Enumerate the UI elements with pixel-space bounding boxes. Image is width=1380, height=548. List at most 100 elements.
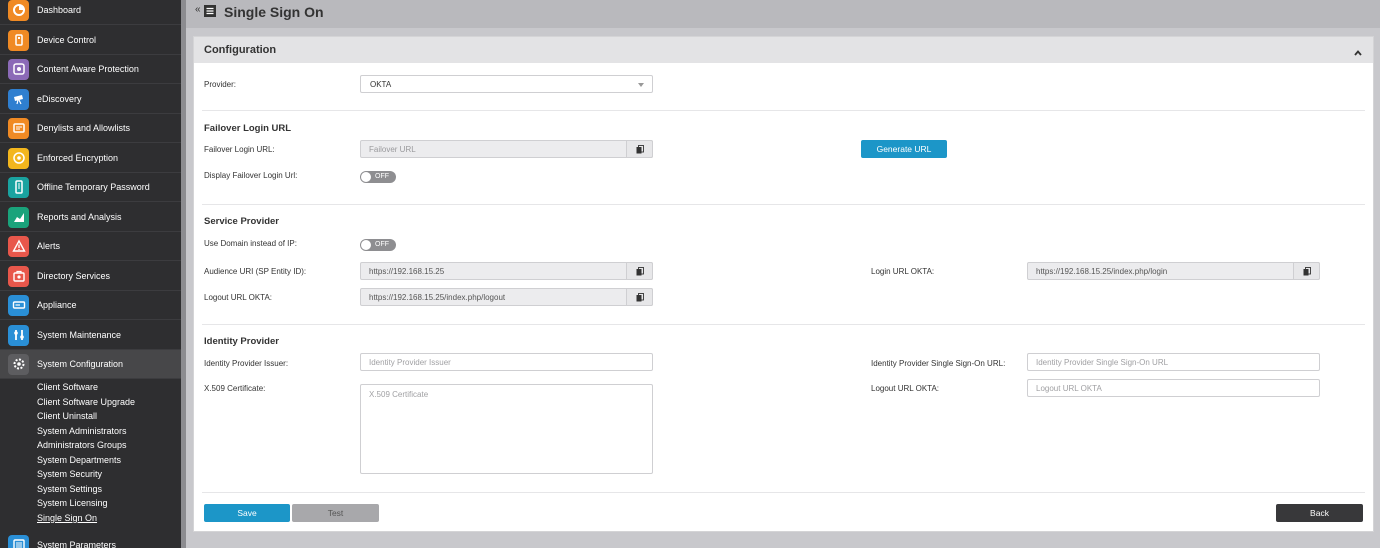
provider-select[interactable]: OKTA (360, 75, 653, 93)
sidebar-item-appliance[interactable]: Appliance (0, 291, 181, 320)
copy-icon[interactable] (626, 288, 653, 306)
use-domain-toggle[interactable]: OFF (360, 239, 396, 251)
provider-select-value: OKTA (370, 80, 392, 89)
save-button[interactable]: Save (204, 504, 290, 522)
toggle-knob (361, 240, 371, 250)
subnav-system-departments[interactable]: System Departments (37, 453, 121, 467)
display-failover-label: Display Failover Login Url: (204, 171, 298, 180)
sidebar: Dashboard Device Control Content Aware P… (0, 0, 181, 548)
sidebar-item-label: Appliance (37, 300, 77, 310)
idp-logout-url-label: Logout URL OKTA: (871, 384, 940, 393)
back-button[interactable]: Back (1276, 504, 1363, 522)
dashboard-icon (8, 0, 29, 21)
sidebar-item-label: Dashboard (37, 5, 82, 15)
divider (202, 324, 1365, 325)
audience-uri-field[interactable]: https://192.168.15.25 (360, 262, 653, 280)
logout-url-field[interactable]: https://192.168.15.25/index.php/logout (360, 288, 653, 306)
login-url-field[interactable]: https://192.168.15.25/index.php/login (1027, 262, 1320, 280)
sidebar-scroll-edge (181, 0, 186, 548)
panel-header: Configuration (194, 37, 1373, 63)
menu-icon[interactable] (203, 4, 217, 18)
subnav-client-software-upgrade[interactable]: Client Software Upgrade (37, 395, 135, 409)
sidebar-item-dashboard[interactable]: Dashboard (0, 0, 181, 25)
service-provider-section-title: Service Provider (204, 216, 279, 227)
sidebar-item-label: Enforced Encryption (37, 153, 119, 163)
subnav-client-software[interactable]: Client Software (37, 380, 98, 394)
sidebar-item-label: eDiscovery (37, 94, 82, 104)
certificate-label: X.509 Certificate: (204, 384, 266, 393)
failover-url-field[interactable]: Failover URL (360, 140, 653, 158)
toggle-state: OFF (375, 241, 389, 248)
alerts-icon (8, 235, 29, 257)
sidebar-item-label: Content Aware Protection (37, 64, 139, 74)
copy-icon[interactable] (626, 140, 653, 158)
copy-icon[interactable] (1293, 262, 1320, 280)
top-bar (186, 0, 1380, 28)
sidebar-item-system-parameters[interactable]: System Parameters (0, 531, 181, 548)
sidebar-item-directory-services[interactable]: Directory Services (0, 262, 181, 291)
audience-uri-label: Audience URI (SP Entity ID): (204, 267, 307, 276)
subnav-system-settings[interactable]: System Settings (37, 482, 102, 496)
sidebar-item-content-aware-protection[interactable]: Content Aware Protection (0, 55, 181, 84)
copy-icon[interactable] (626, 262, 653, 280)
subnav-system-licensing[interactable]: System Licensing (37, 496, 108, 510)
sidebar-item-offline-temporary-password[interactable]: Offline Temporary Password (0, 173, 181, 202)
display-failover-toggle[interactable]: OFF (360, 171, 396, 183)
parameters-icon (8, 534, 29, 548)
failover-section-title: Failover Login URL (204, 123, 292, 134)
chevron-up-icon[interactable] (1353, 45, 1363, 56)
provider-label: Provider: (204, 80, 237, 89)
sidebar-item-label: Offline Temporary Password (37, 182, 150, 192)
failover-url-placeholder: Failover URL (369, 145, 416, 154)
content-aware-icon (8, 58, 29, 80)
sso-url-input[interactable] (1027, 353, 1320, 371)
divider (202, 110, 1365, 111)
reports-icon (8, 206, 29, 228)
subnav-system-security[interactable]: System Security (37, 467, 102, 481)
configuration-panel: Configuration Provider: OKTA Failover Lo… (193, 36, 1374, 532)
identity-provider-section-title: Identity Provider (204, 336, 279, 347)
idp-logout-url-input[interactable] (1027, 379, 1320, 397)
sidebar-item-label: Reports and Analysis (37, 212, 122, 222)
sidebar-item-label: Device Control (37, 35, 97, 45)
panel-title: Configuration (204, 44, 277, 56)
divider (202, 204, 1365, 205)
use-domain-label: Use Domain instead of IP: (204, 239, 297, 248)
login-url-value: https://192.168.15.25/index.php/login (1036, 267, 1168, 276)
sidebar-item-system-maintenance[interactable]: System Maintenance (0, 321, 181, 350)
subnav-administrators-groups[interactable]: Administrators Groups (37, 438, 127, 452)
issuer-input[interactable] (360, 353, 653, 371)
device-control-icon (8, 29, 29, 51)
subnav-single-sign-on[interactable]: Single Sign On (37, 511, 97, 525)
failover-url-label: Failover Login URL: (204, 145, 275, 154)
sidebar-item-enforced-encryption[interactable]: Enforced Encryption (0, 144, 181, 173)
sidebar-item-alerts[interactable]: Alerts (0, 232, 181, 261)
sidebar-item-label: System Maintenance (37, 330, 122, 340)
sidebar-item-system-configuration[interactable]: System Configuration (0, 350, 181, 379)
sidebar-item-label: System Parameters (37, 540, 117, 548)
gear-icon (8, 353, 29, 375)
generate-url-button[interactable]: Generate URL (861, 140, 947, 158)
certificate-textarea[interactable] (360, 384, 653, 474)
sso-url-label: Identity Provider Single Sign-On URL: (871, 359, 1006, 368)
sidebar-item-ediscovery[interactable]: eDiscovery (0, 85, 181, 114)
chevron-down-icon (638, 83, 644, 87)
subnav-client-uninstall[interactable]: Client Uninstall (37, 409, 97, 423)
page-title: Single Sign On (224, 4, 324, 20)
sidebar-item-denylists[interactable]: Denylists and Allowlists (0, 114, 181, 143)
appliance-icon (8, 294, 29, 316)
test-button[interactable]: Test (292, 504, 379, 522)
subnav-system-administrators[interactable]: System Administrators (37, 424, 127, 438)
logout-url-label: Logout URL OKTA: (204, 293, 273, 302)
denylist-icon (8, 117, 29, 139)
divider (202, 492, 1365, 493)
sidebar-item-reports-and-analysis[interactable]: Reports and Analysis (0, 203, 181, 232)
collapse-sidebar-arrow[interactable]: « (195, 4, 201, 15)
offline-password-icon (8, 176, 29, 198)
encryption-icon (8, 147, 29, 169)
sidebar-item-label: Denylists and Allowlists (37, 123, 131, 133)
sidebar-item-device-control[interactable]: Device Control (0, 26, 181, 55)
audience-uri-value: https://192.168.15.25 (369, 267, 445, 276)
sidebar-item-label: Directory Services (37, 271, 111, 281)
toggle-knob (361, 172, 371, 182)
